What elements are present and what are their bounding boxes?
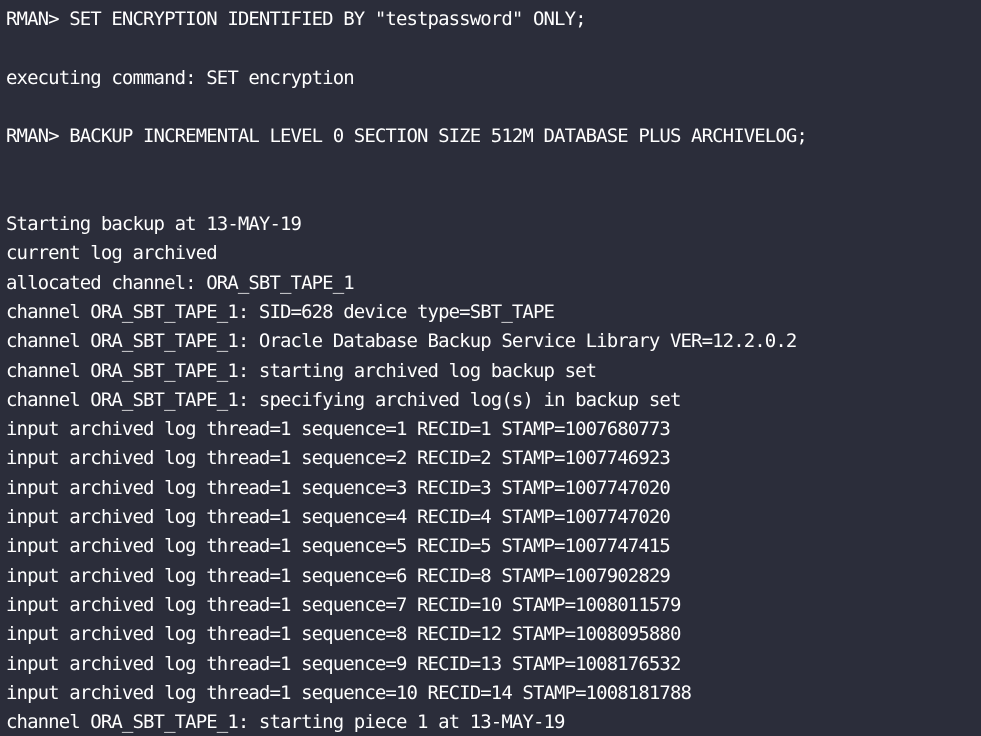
terminal-line: input archived log thread=1 sequence=9 R… (6, 652, 681, 675)
terminal-line: input archived log thread=1 sequence=5 R… (6, 535, 671, 558)
terminal-line: RMAN> BACKUP INCREMENTAL LEVEL 0 SECTION… (6, 125, 808, 148)
terminal-line: input archived log thread=1 sequence=4 R… (6, 506, 671, 529)
terminal-output[interactable]: RMAN> SET ENCRYPTION IDENTIFIED BY "test… (0, 0, 981, 736)
terminal-line: input archived log thread=1 sequence=8 R… (6, 623, 681, 646)
terminal-line: executing command: SET encryption (6, 66, 355, 89)
terminal-line: channel ORA_SBT_TAPE_1: specifying archi… (6, 388, 681, 411)
terminal-line: input archived log thread=1 sequence=6 R… (6, 564, 671, 587)
terminal-line: channel ORA_SBT_TAPE_1: starting archive… (6, 359, 597, 382)
terminal-line: Starting backup at 13-MAY-19 (6, 213, 302, 236)
terminal-line: input archived log thread=1 sequence=3 R… (6, 476, 671, 499)
terminal-line: RMAN> SET ENCRYPTION IDENTIFIED BY "test… (6, 8, 587, 30)
terminal-line: channel ORA_SBT_TAPE_1: starting piece 1… (6, 711, 565, 734)
terminal-line: allocated channel: ORA_SBT_TAPE_1 (6, 271, 355, 294)
terminal-line: current log archived (6, 242, 218, 265)
terminal-line: input archived log thread=1 sequence=2 R… (6, 447, 671, 470)
terminal-line: input archived log thread=1 sequence=1 R… (6, 418, 671, 441)
terminal-line: input archived log thread=1 sequence=10 … (6, 681, 692, 704)
terminal-line: channel ORA_SBT_TAPE_1: Oracle Database … (6, 330, 797, 353)
terminal-line: channel ORA_SBT_TAPE_1: SID=628 device t… (6, 300, 555, 323)
terminal-line: input archived log thread=1 sequence=7 R… (6, 593, 681, 616)
